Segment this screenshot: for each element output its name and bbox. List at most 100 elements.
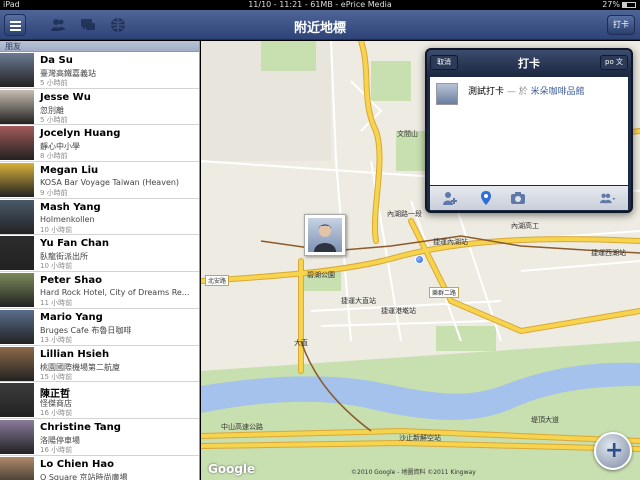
menu-button[interactable] xyxy=(4,14,26,36)
friend-avatar xyxy=(0,236,34,271)
battery-indicator: 27% xyxy=(602,0,636,10)
map-label: 捷運港墘站 xyxy=(381,307,416,315)
friend-avatar xyxy=(0,346,34,381)
friend-avatar xyxy=(0,89,34,124)
nav-bar: 附近地標 打卡 xyxy=(0,10,640,40)
friend-list-item[interactable]: Lillian Hsieh 桃園國際機場第二航廈 15 小時前 xyxy=(0,346,199,383)
location-pin-icon[interactable] xyxy=(478,190,494,206)
friend-name: Lo Chien Hao xyxy=(40,458,114,470)
messages-icon[interactable] xyxy=(80,17,96,33)
friend-name: Mash Yang xyxy=(40,201,101,213)
map-label: 文間山 xyxy=(397,130,418,138)
map-copyright: ©2010 Google - 地圖資料 ©2011 Kingway xyxy=(351,469,476,476)
map-label: 堤頂大道 xyxy=(531,416,559,424)
map-label: 捷運內湖站 xyxy=(433,238,468,246)
friend-name: Peter Shao xyxy=(40,275,103,287)
status-center-text: 11/10 - 11:21 - 61MB - ePrice Media xyxy=(248,0,392,9)
friend-time: 16 小時前 xyxy=(40,445,73,454)
checkin-message[interactable]: 測試打卡 — 於 米朵咖啡品館 xyxy=(468,84,585,97)
friend-avatar xyxy=(0,199,34,234)
road-label: 樂群二路 xyxy=(429,287,460,298)
friend-avatar xyxy=(0,126,34,161)
person-photo-icon xyxy=(314,224,336,252)
friend-avatar xyxy=(0,309,34,344)
pin-avatar xyxy=(308,218,342,252)
friend-list-item[interactable]: Megan Liu KOSA Bar Voyage Taiwan (Heaven)… xyxy=(0,162,199,199)
friend-time: 15 小時前 xyxy=(40,372,73,381)
road-label: 北安路 xyxy=(205,275,230,286)
menu-icon xyxy=(10,21,21,23)
friend-list-item[interactable]: Da Su 臺灣高鐵嘉義站 5 小時前 xyxy=(0,52,199,89)
friend-time: 13 小時前 xyxy=(40,335,73,344)
audience-selector-icon[interactable] xyxy=(600,190,616,206)
map-label: 捷運大直站 xyxy=(341,297,376,305)
popover-header: 取消 打卡 po 文 xyxy=(427,50,631,76)
map-label: 內湖高工 xyxy=(511,222,539,230)
checkin-location-link[interactable]: 米朵咖啡品館 xyxy=(531,87,585,97)
friend-requests-icon[interactable] xyxy=(50,17,66,33)
friend-list-item[interactable]: Peter Shao Hard Rock Hotel, City of Dream… xyxy=(0,272,199,309)
friend-list-item[interactable]: Yu Fan Chan 臥龍街派出所 10 小時前 xyxy=(0,235,199,273)
friend-list-item[interactable]: 陳正哲 怪傑商店 16 小時前 xyxy=(0,382,199,419)
friend-avatar xyxy=(0,456,34,480)
message-text: 測試打卡 xyxy=(468,87,505,97)
menu-icon-bar xyxy=(10,29,21,31)
friend-time: 5 小時前 xyxy=(40,115,68,124)
friends-section-header: 朋友 xyxy=(0,41,199,52)
friend-time: 10 小時前 xyxy=(40,225,73,234)
friend-list-item[interactable]: Mash Yang Holmenkollen 10 小時前 xyxy=(0,199,199,236)
friend-avatar xyxy=(0,383,34,418)
friends-sidebar: 朋友 Da Su 臺灣高鐵嘉義站 5 小時前 Jesse Wu 忽別離 5 小時前 Joce… xyxy=(0,41,200,480)
friend-time: 10 小時前 xyxy=(40,262,73,271)
friends-list: Da Su 臺灣高鐵嘉義站 5 小時前 Jesse Wu 忽別離 5 小時前 Jocelyn… xyxy=(0,52,199,480)
friend-name: Lillian Hsieh xyxy=(40,348,110,360)
friend-name: Jocelyn Huang xyxy=(40,128,121,140)
popover-toolbar xyxy=(430,186,628,210)
friend-avatar xyxy=(0,163,34,198)
map-label: 大直 xyxy=(294,339,308,347)
friend-place: KOSA Bar Voyage Taiwan (Heaven) xyxy=(40,178,180,188)
page-title: 附近地標 xyxy=(293,21,346,36)
friend-time: 5 小時前 xyxy=(40,79,68,87)
friend-place: Hard Rock Hotel, City of Dreams Re... xyxy=(40,288,190,298)
friend-name: Yu Fan Chan xyxy=(40,238,110,250)
friend-avatar xyxy=(0,53,34,87)
friend-time: 8 小時前 xyxy=(40,152,68,161)
post-button[interactable]: po 文 xyxy=(600,55,628,70)
friend-time: 9 小時前 xyxy=(40,189,68,198)
friend-name: Jesse Wu xyxy=(40,91,91,103)
plus-icon: + xyxy=(605,438,624,463)
tag-friends-icon[interactable] xyxy=(442,190,458,206)
current-location-icon xyxy=(415,255,424,264)
checkin-popover: 取消 打卡 po 文 測試打卡 — 於 米朵咖啡品館 xyxy=(425,48,633,213)
friend-avatar xyxy=(0,419,34,454)
friend-name: Christine Tang xyxy=(40,421,121,433)
checkin-message-area[interactable]: 測試打卡 — 於 米朵咖啡品館 xyxy=(430,77,628,185)
friend-place: Holmenkollen xyxy=(40,214,95,224)
status-bar: iPad 11/10 - 11:21 - 61MB - ePrice Media… xyxy=(0,0,640,10)
friend-list-item[interactable]: Jocelyn Huang 靜心中小學 8 小時前 xyxy=(0,125,199,163)
camera-icon[interactable] xyxy=(510,190,526,206)
friend-time: 16 小時前 xyxy=(40,409,73,418)
map-label: 碧湖公園 xyxy=(307,271,335,279)
friend-avatar xyxy=(0,273,34,308)
friend-list-item[interactable]: Mario Yang Bruges Cafe 布魯日咖啡 13 小時前 xyxy=(0,309,199,346)
notifications-globe-icon[interactable] xyxy=(110,17,126,33)
zoom-in-button[interactable]: + xyxy=(594,432,632,470)
message-separator: — 於 xyxy=(504,87,531,97)
friend-name: Megan Liu xyxy=(40,165,99,177)
map-label: 內湖路一段 xyxy=(387,210,422,218)
friend-list-item[interactable]: Jesse Wu 忽別離 5 小時前 xyxy=(0,89,199,126)
friend-name: Da Su xyxy=(40,55,73,66)
friend-place: Q Square 京站時尚廣場 xyxy=(40,472,128,480)
google-logo: Google xyxy=(208,462,256,476)
battery-percent: 27% xyxy=(602,0,620,9)
user-avatar xyxy=(436,83,458,105)
friend-list-item[interactable]: Christine Tang 洛陽停車場 16 小時前 xyxy=(0,419,199,456)
map-label: 捷運西湖站 xyxy=(591,249,626,257)
map-label: 沙止新鮮空站 xyxy=(399,434,441,442)
checkin-button[interactable]: 打卡 xyxy=(607,15,635,35)
friend-list-item[interactable]: Lo Chien Hao Q Square 京站時尚廣場 xyxy=(0,456,199,480)
friend-time: 11 小時前 xyxy=(40,299,73,308)
friend-location-pin[interactable] xyxy=(304,214,346,256)
